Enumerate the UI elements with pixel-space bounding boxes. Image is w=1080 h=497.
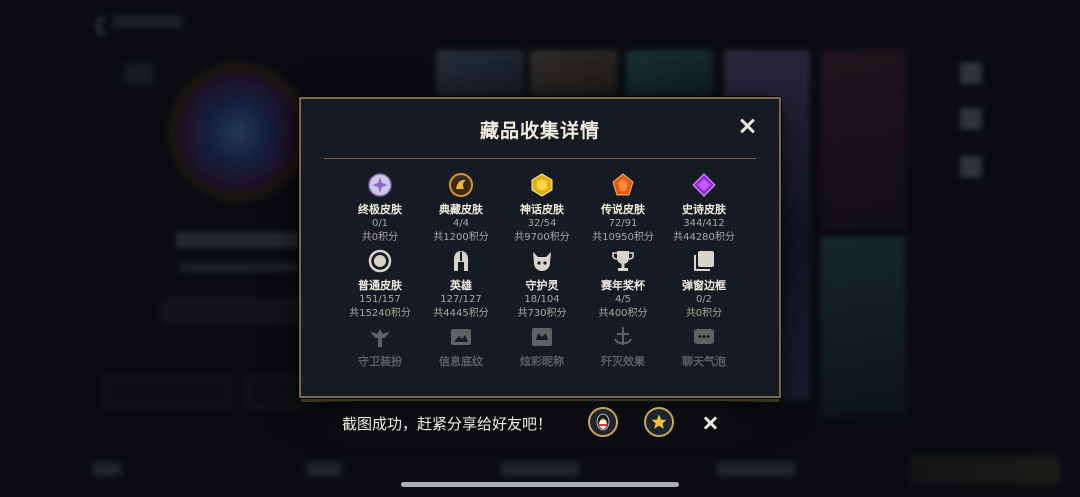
collection-grid: 终极皮肤 0/1 共0积分 典藏皮肤 4/4 共1200积分 神话皮肤 32/5…: [349, 173, 735, 368]
item-name: 信息底纹: [439, 355, 483, 368]
home-indicator[interactable]: [401, 482, 679, 487]
item-points: 共9700积分: [514, 232, 570, 243]
collection-item: 英雄 127/127 共4445积分: [430, 249, 492, 325]
item-name: 歼灭效果: [601, 355, 645, 368]
item-points: 共15240积分: [349, 308, 411, 319]
collection-item: 信息底纹: [430, 325, 492, 368]
collection-item: 聊天气泡: [673, 325, 735, 368]
collection-item: 终极皮肤 0/1 共0积分: [349, 173, 411, 249]
collection-item: 传说皮肤 72/91 共10950积分: [592, 173, 654, 249]
item-name: 普通皮肤: [358, 279, 402, 292]
item-name: 终极皮肤: [358, 203, 402, 216]
item-points: 共0积分: [361, 232, 399, 243]
item-name: 英雄: [450, 279, 472, 292]
item-name: 聊天气泡: [682, 355, 726, 368]
close-icon[interactable]: [737, 116, 759, 138]
item-points: 共1200积分: [433, 232, 489, 243]
item-count: 72/91: [608, 218, 638, 229]
item-count: 127/127: [440, 294, 482, 305]
item-points: 共4445积分: [433, 308, 489, 319]
item-name: 弹窗边框: [682, 279, 726, 292]
toast-message: 截图成功，赶紧分享给好友吧！: [342, 415, 553, 433]
item-points: 共730积分: [517, 308, 567, 319]
collection-item: 炫彩昵称: [511, 325, 573, 368]
collection-item: 弹窗边框 0/2 共0积分: [673, 249, 735, 325]
collection-item: 赛年奖杯 4/5 共400积分: [592, 249, 654, 325]
mythic-skin-icon: [530, 173, 554, 197]
trophy-icon: [611, 249, 635, 273]
collection-skin-icon: [449, 173, 473, 197]
chat-bubble-icon: [692, 325, 716, 349]
collection-item: 神话皮肤 32/54 共9700积分: [511, 173, 573, 249]
item-count: 32/54: [527, 218, 557, 229]
screenshot-toast: 截图成功，赶紧分享给好友吧！: [310, 401, 772, 445]
item-count: 4/4: [452, 218, 470, 229]
item-count: 18/104: [524, 294, 560, 305]
collection-row: 普通皮肤 151/157 共15240积分 英雄 127/127 共4445积分…: [349, 249, 735, 325]
colorful-nickname-icon: [530, 325, 554, 349]
popup-frame-icon: [692, 249, 716, 273]
item-count: 4/5: [614, 294, 632, 305]
hero-helmet-icon: [449, 249, 473, 273]
item-count: 0/2: [695, 294, 713, 305]
collection-details-modal: 藏品收集详情 终极皮肤 0/1 共0积分 典藏皮肤 4/4 共1200积分 神话…: [299, 97, 781, 402]
qq-penguin-icon: [596, 413, 610, 431]
item-name: 守卫装扮: [358, 355, 402, 368]
item-name: 炫彩昵称: [520, 355, 564, 368]
item-points: 共10950积分: [592, 232, 654, 243]
toast-close-icon[interactable]: [700, 412, 722, 434]
ward-outfit-icon: [368, 325, 392, 349]
modal-title: 藏品收集详情: [479, 120, 600, 142]
item-name: 典藏皮肤: [439, 203, 483, 216]
star-icon: [651, 414, 667, 429]
item-points: 共44280积分: [673, 232, 735, 243]
item-count: 344/412: [683, 218, 725, 229]
legendary-skin-icon: [611, 173, 635, 197]
collection-item: 歼灭效果: [592, 325, 654, 368]
item-points: 共0积分: [685, 308, 723, 319]
collection-item: 史诗皮肤 344/412 共44280积分: [673, 173, 735, 249]
item-count: 0/1: [371, 218, 389, 229]
item-count: 151/157: [359, 294, 401, 305]
normal-skin-icon: [368, 249, 392, 273]
share-qq-button[interactable]: [588, 407, 618, 437]
collection-item: 普通皮肤 151/157 共15240积分: [349, 249, 411, 325]
item-name: 守护灵: [525, 279, 559, 292]
guardian-spirit-icon: [530, 249, 554, 273]
item-name: 神话皮肤: [520, 203, 564, 216]
collection-row: 守卫装扮 信息底纹 炫彩昵称 歼灭效果 聊天气泡: [349, 325, 735, 368]
item-name: 传说皮肤: [601, 203, 645, 216]
epic-skin-icon: [692, 173, 716, 197]
collection-row: 终极皮肤 0/1 共0积分 典藏皮肤 4/4 共1200积分 神话皮肤 32/5…: [349, 173, 735, 249]
item-name: 赛年奖杯: [601, 279, 645, 292]
share-favorite-button[interactable]: [644, 407, 674, 437]
item-points: 共400积分: [598, 308, 648, 319]
collection-item: 典藏皮肤 4/4 共1200积分: [430, 173, 492, 249]
annihilation-effect-icon: [611, 325, 635, 349]
divider: [324, 158, 756, 159]
item-name: 史诗皮肤: [682, 203, 726, 216]
collection-item: 守护灵 18/104 共730积分: [511, 249, 573, 325]
collection-item: 守卫装扮: [349, 325, 411, 368]
ultimate-skin-icon: [368, 173, 392, 197]
info-background-icon: [449, 325, 473, 349]
